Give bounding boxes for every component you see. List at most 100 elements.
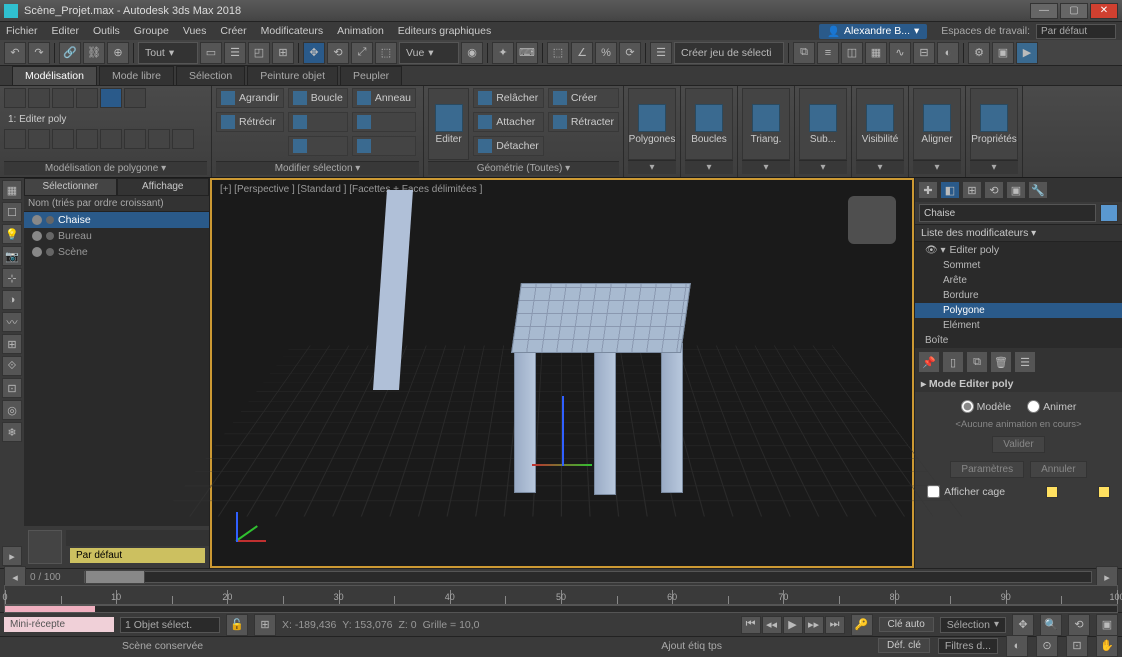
stack-unique-button[interactable]: ⧉ <box>966 351 988 373</box>
curve-editor-button[interactable]: ∿ <box>889 42 911 64</box>
stack-show-button[interactable]: ▯ <box>942 351 964 373</box>
menu-vues[interactable]: Vues <box>183 25 207 37</box>
lt-shape-button[interactable]: ◑ <box>2 290 22 310</box>
stack-config-button[interactable]: ☰ <box>1014 351 1036 373</box>
time-ruler[interactable]: 0102030405060708090100 <box>4 585 1118 605</box>
lt-hidden-button[interactable]: ◎ <box>2 400 22 420</box>
move-button[interactable]: ✥ <box>303 42 325 64</box>
pivot-button[interactable]: ◉ <box>461 42 483 64</box>
cage-color-1[interactable] <box>1046 486 1058 498</box>
cp-hierarchy-tab[interactable]: ⊞ <box>962 181 982 199</box>
track-key[interactable] <box>5 606 95 612</box>
tab-modelisation[interactable]: Modélisation <box>12 66 97 85</box>
viewcube[interactable] <box>848 196 896 244</box>
boucles-button[interactable]: Boucles <box>685 88 733 160</box>
render-button[interactable]: ▶ <box>1016 42 1038 64</box>
menu-groupe[interactable]: Groupe <box>134 25 169 37</box>
lt-camera-button[interactable]: 📷 <box>2 246 22 266</box>
poly-tool-6[interactable] <box>124 129 146 149</box>
boucle-button[interactable]: Boucle <box>288 88 348 108</box>
panel-label-modify-sel[interactable]: Modifier sélection ▾ <box>216 161 419 175</box>
next-frame-button[interactable]: ▸▸ <box>804 616 824 634</box>
filtres-dropdown[interactable]: Filtres d... <box>938 638 998 654</box>
tab-mode-libre[interactable]: Mode libre <box>99 66 174 85</box>
viewport-label[interactable]: [+] [Perspective ] [Standard ] [Facettes… <box>220 184 482 195</box>
workspace-input[interactable] <box>1036 24 1116 39</box>
lock-button[interactable]: 🔓 <box>226 614 248 636</box>
goto-end-button[interactable]: ⏭ <box>825 616 845 634</box>
nav-zoom-button[interactable]: 🔍 <box>1040 614 1062 636</box>
subobj-vertex-button[interactable] <box>28 88 50 108</box>
percent-snap-button[interactable]: % <box>595 42 617 64</box>
proprietes-button[interactable]: Propriétés <box>970 88 1018 160</box>
panel-label-geometry[interactable]: Géométrie (Toutes) ▾ <box>428 161 619 175</box>
isolate-button[interactable]: ⊞ <box>254 614 276 636</box>
render-setup-button[interactable]: ⚙ <box>968 42 990 64</box>
sel-tool-c[interactable] <box>352 112 416 132</box>
sel-tool-d[interactable] <box>352 136 416 156</box>
object-color-swatch[interactable] <box>1100 204 1118 222</box>
placement-button[interactable]: ⬚ <box>375 42 397 64</box>
close-button[interactable]: ✕ <box>1090 3 1118 19</box>
tab-selection[interactable]: Sélection <box>176 66 245 85</box>
panel-arrow-1[interactable]: ▾ <box>628 160 676 174</box>
layer-dropdown[interactable]: Par défaut <box>70 548 205 563</box>
maximize-button[interactable]: ▢ <box>1060 3 1088 19</box>
lt-bone-button[interactable]: ⟐ <box>2 356 22 376</box>
visibility-icon[interactable] <box>32 231 42 241</box>
scene-hscroll[interactable] <box>66 530 209 546</box>
triang-button[interactable]: Triang. <box>742 88 790 160</box>
sub-button[interactable]: Sub... <box>799 88 847 160</box>
angle-snap-button[interactable]: ∠ <box>571 42 593 64</box>
scene-tree[interactable]: Nom (triés par ordre croissant) Chaise B… <box>24 196 209 526</box>
tab-peupler[interactable]: Peupler <box>340 66 402 85</box>
prev-frame-button[interactable]: ◂◂ <box>762 616 782 634</box>
toggle-ribbon-button[interactable]: ▦ <box>865 42 887 64</box>
subobj-element-button[interactable] <box>124 88 146 108</box>
attacher-button[interactable]: Attacher <box>473 112 544 132</box>
named-sel-dropdown[interactable]: Créer jeu de sélecti <box>674 42 784 64</box>
sel-tool-b[interactable] <box>288 136 348 156</box>
nav-max-button[interactable]: ▣ <box>1096 614 1118 636</box>
play-button[interactable]: ▶ <box>783 616 803 634</box>
mod-arete[interactable]: Arête <box>915 273 1122 288</box>
cage-color-2[interactable] <box>1098 486 1110 498</box>
mod-bordure[interactable]: Bordure <box>915 288 1122 303</box>
named-sel-button[interactable]: ☰ <box>650 42 672 64</box>
parametres-button[interactable]: Paramètres <box>950 461 1024 478</box>
stack-remove-button[interactable]: 🗑 <box>990 351 1012 373</box>
editer-button[interactable]: Editer <box>428 88 469 160</box>
mod-polygone[interactable]: Polygone <box>915 303 1122 318</box>
undo-button[interactable]: ↶ <box>4 42 26 64</box>
select-button[interactable]: ▭ <box>200 42 222 64</box>
goto-start-button[interactable]: ⏮ <box>741 616 761 634</box>
material-preview[interactable] <box>28 530 62 564</box>
unlink-button[interactable]: ⛓ <box>83 42 105 64</box>
visibility-icon[interactable] <box>32 247 42 257</box>
valider-button[interactable]: Valider <box>992 436 1044 453</box>
menu-creer[interactable]: Créer <box>220 25 246 37</box>
relacher-button[interactable]: Relâcher <box>473 88 544 108</box>
menu-fichier[interactable]: Fichier <box>6 25 38 37</box>
lt-group-button[interactable]: ⊞ <box>2 334 22 354</box>
menu-editeurs-graphiques[interactable]: Editeurs graphiques <box>398 25 491 37</box>
panel-arrow-5[interactable]: ▾ <box>856 160 904 174</box>
minimize-button[interactable]: — <box>1030 3 1058 19</box>
detacher-button[interactable]: Détacher <box>473 136 544 156</box>
mod-boite[interactable]: Boîte <box>915 333 1122 348</box>
scene-tab-select[interactable]: Sélectionner <box>24 178 117 196</box>
nav-grab-button[interactable]: ✋ <box>1096 635 1118 657</box>
poly-tool-8[interactable] <box>172 129 194 149</box>
lt-helper-button[interactable]: ⊹ <box>2 268 22 288</box>
radio-anim[interactable]: Animer <box>1027 400 1076 413</box>
snap-button[interactable]: ⬚ <box>547 42 569 64</box>
retracter-button[interactable]: Rétracter <box>548 112 619 132</box>
nav-roll-button[interactable]: ⊙ <box>1036 635 1058 657</box>
menu-animation[interactable]: Animation <box>337 25 384 37</box>
visibility-icon[interactable] <box>32 215 42 225</box>
track-bar[interactable] <box>4 605 1118 613</box>
panel-arrow-6[interactable]: ▾ <box>913 160 961 174</box>
lt-warp-button[interactable]: 〰 <box>2 312 22 332</box>
poly-tool-7[interactable] <box>148 129 170 149</box>
ajout-etiq[interactable]: Ajout étiq tps <box>661 640 722 652</box>
